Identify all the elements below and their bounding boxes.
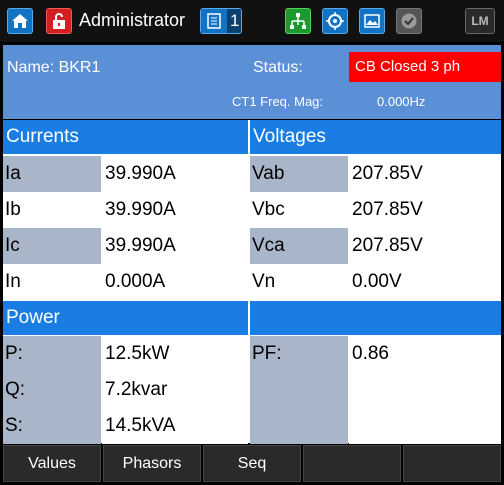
tab-empty-4[interactable]: [303, 445, 401, 482]
lock-icon[interactable]: [46, 8, 72, 34]
empty-label-cell: [250, 372, 348, 408]
empty-label-cell: [250, 408, 348, 444]
ct-frequency-value: 0.000Hz: [377, 94, 426, 109]
power-section-bar: [250, 301, 501, 335]
voltages-section-title: Voltages: [250, 120, 501, 154]
pf-label: PF:: [250, 336, 348, 372]
target-icon[interactable]: [322, 8, 348, 34]
tab-empty-5[interactable]: [403, 445, 501, 482]
tab-phasors[interactable]: Phasors: [103, 445, 201, 482]
current-label: Ia: [3, 156, 101, 192]
breaker-name: Name: BKR1: [7, 59, 101, 76]
network-icon[interactable]: [285, 8, 311, 34]
current-value: 39.990A: [102, 156, 248, 192]
check-icon[interactable]: [396, 8, 422, 34]
home-icon[interactable]: [7, 8, 33, 34]
voltage-label: Vab: [250, 156, 348, 192]
lm-button[interactable]: LM: [465, 8, 495, 34]
power-label: Q:: [3, 372, 101, 408]
breaker-header: Name: BKR1 Status: CB Closed 3 ph CT1 Fr…: [3, 45, 501, 119]
voltage-value: 207.85V: [349, 192, 501, 228]
voltage-value: 0.00V: [349, 264, 501, 300]
voltage-label: Vbc: [250, 192, 348, 228]
document-icon: [201, 9, 227, 33]
status-badge: CB Closed 3 ph: [349, 52, 501, 82]
empty-value-cell: [349, 408, 501, 444]
power-label: S:: [3, 408, 101, 444]
current-value: 39.990A: [102, 228, 248, 264]
voltage-label: Vca: [250, 228, 348, 264]
current-value: 39.990A: [102, 192, 248, 228]
status-label: Status:: [253, 59, 303, 76]
pf-value: 0.86: [349, 336, 501, 372]
voltage-label: Vn: [250, 264, 348, 300]
current-value: 0.000A: [102, 264, 248, 300]
device-screen: Administrator 1 LM Name: BKR1 Status: CB…: [0, 0, 504, 485]
image-icon[interactable]: [359, 8, 385, 34]
tab-seq[interactable]: Seq: [203, 445, 301, 482]
voltage-value: 207.85V: [349, 156, 501, 192]
power-value: 7.2kvar: [102, 372, 248, 408]
user-label: Administrator: [79, 10, 186, 30]
document-count: 1: [230, 11, 240, 30]
current-label: Ic: [3, 228, 101, 264]
power-section-title: Power: [3, 301, 248, 335]
currents-section-title: Currents: [3, 120, 248, 154]
power-value: 12.5kW: [102, 336, 248, 372]
current-label: Ib: [3, 192, 101, 228]
power-value: 14.5kVA: [102, 408, 248, 444]
power-label: P:: [3, 336, 101, 372]
measurement-table: Currents Ia 39.990A Ib 39.990A Ic 39.990…: [3, 120, 501, 444]
document-counter[interactable]: 1: [200, 8, 242, 34]
current-label: In: [3, 264, 101, 300]
tab-values[interactable]: Values: [3, 445, 101, 482]
top-toolbar: Administrator 1 LM: [0, 0, 504, 42]
voltage-value: 207.85V: [349, 228, 501, 264]
ct-frequency-label: CT1 Freq. Mag:: [232, 94, 324, 109]
bottom-tab-bar: Values Phasors Seq: [3, 445, 501, 482]
empty-value-cell: [349, 372, 501, 408]
